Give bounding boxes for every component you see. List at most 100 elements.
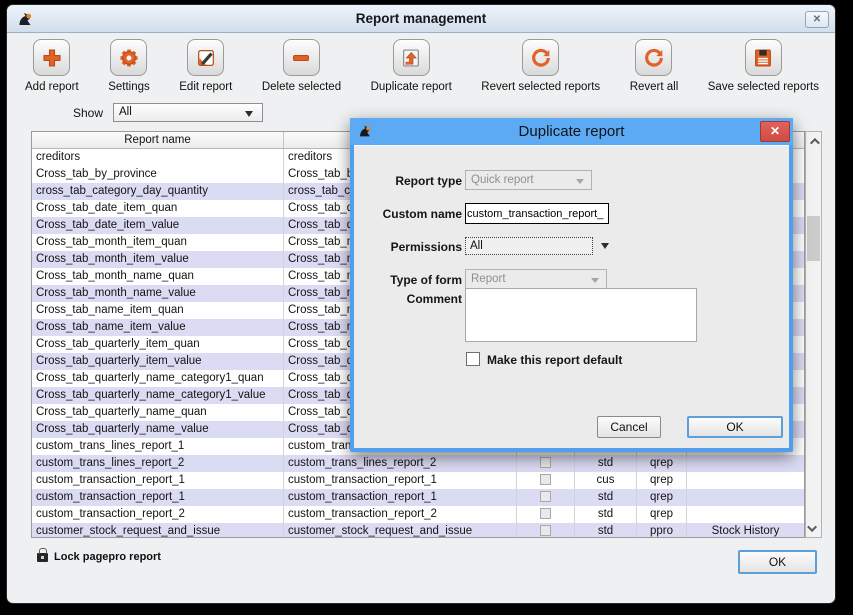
form-cell — [687, 455, 804, 472]
scrollbar-thumb[interactable] — [807, 216, 820, 261]
permissions-dropdown[interactable]: All — [465, 237, 593, 255]
toolbar-button-add-report[interactable]: Add report — [25, 39, 79, 93]
report-name-copy-cell: custom_transaction_report_2 — [284, 506, 517, 523]
report-type-cell: qrep — [637, 455, 687, 472]
toolbar-button-edit-report[interactable]: Edit report — [179, 39, 232, 93]
toolbar-button-settings[interactable]: Settings — [108, 39, 150, 93]
checkbox-cell — [517, 472, 575, 489]
form-cell — [687, 489, 804, 506]
show-label: Show — [47, 106, 103, 120]
report-name-cell: Cross_tab_name_item_quan — [32, 302, 284, 319]
cus-std-cell: cus — [575, 472, 637, 489]
permissions-dropdown-arrow[interactable] — [594, 237, 615, 255]
custom-name-label: Custom name — [358, 207, 462, 221]
cancel-button[interactable]: Cancel — [597, 416, 661, 438]
report-name-cell: Cross_tab_month_name_value — [32, 285, 284, 302]
row-checkbox[interactable] — [540, 525, 551, 536]
lock-pagepro-toggle[interactable]: Lock pagepro report — [37, 546, 161, 564]
cus-std-cell: std — [575, 506, 637, 523]
column-header-report-name[interactable]: Report name — [32, 132, 284, 148]
scroll-down-icon[interactable] — [806, 520, 821, 536]
make-default-label: Make this report default — [487, 353, 622, 367]
cus-std-cell: std — [575, 523, 637, 538]
report-name-cell: Cross_tab_date_item_value — [32, 217, 284, 234]
toolbar-label: Duplicate report — [371, 81, 452, 93]
report-type-cell: qrep — [637, 489, 687, 506]
report-name-cell: Cross_tab_by_province — [32, 166, 284, 183]
make-default-checkbox[interactable] — [466, 352, 480, 366]
form-cell — [687, 506, 804, 523]
report-name-cell: customer_stock_request_and_issue — [32, 523, 284, 538]
ok-button[interactable]: OK — [687, 416, 783, 438]
window-ok-button[interactable]: OK — [738, 550, 817, 574]
show-dropdown[interactable]: All — [113, 103, 263, 122]
window-close-icon[interactable]: ✕ — [805, 11, 829, 28]
table-row[interactable]: custom_transaction_report_1custom_transa… — [32, 472, 804, 489]
chevron-down-icon — [576, 179, 584, 184]
form-cell — [687, 472, 804, 489]
report-name-copy-cell: custom_trans_lines_report_2 — [284, 455, 517, 472]
chevron-down-icon — [245, 111, 253, 117]
permissions-label: Permissions — [358, 240, 462, 254]
report-type-dropdown: Quick report — [465, 170, 592, 190]
report-type-cell: qrep — [637, 506, 687, 523]
row-checkbox[interactable] — [540, 457, 551, 468]
toolbar-button-duplicate-report[interactable]: Duplicate report — [371, 39, 452, 93]
report-name-cell: Cross_tab_quarterly_name_category1_value — [32, 387, 284, 404]
chevron-down-icon — [601, 243, 609, 249]
show-dropdown-value: All — [119, 106, 132, 118]
report-name-cell: custom_trans_lines_report_1 — [32, 438, 284, 455]
toolbar-button-revert-all[interactable]: Revert all — [630, 39, 679, 93]
report-name-copy-cell: customer_stock_request_and_issue — [284, 523, 517, 538]
delete-selected-icon — [283, 39, 320, 76]
table-row[interactable]: custom_trans_lines_report_2custom_trans_… — [32, 455, 804, 472]
checkbox-cell — [517, 506, 575, 523]
report-type-cell: qrep — [637, 472, 687, 489]
window-title: Report management — [7, 11, 835, 26]
report-type-label: Report type — [358, 174, 462, 188]
report-management-window: Report management ✕ Add report Settings Ed… — [6, 4, 836, 604]
vertical-scrollbar[interactable] — [805, 131, 822, 538]
edit-report-icon — [187, 39, 224, 76]
custom-name-input[interactable] — [465, 203, 609, 224]
report-name-copy-cell: custom_transaction_report_1 — [284, 489, 517, 506]
revert-all-icon — [635, 39, 672, 76]
checkbox-cell — [517, 489, 575, 506]
table-row[interactable]: customer_stock_request_and_issuecustomer… — [32, 523, 804, 538]
toolbar-button-save-selected-reports[interactable]: Save selected reports — [708, 39, 819, 93]
toolbar-button-delete-selected[interactable]: Delete selected — [262, 39, 341, 93]
dialog-close-icon[interactable]: ✕ — [760, 121, 790, 142]
comment-label: Comment — [358, 292, 462, 306]
scroll-up-icon[interactable] — [806, 133, 821, 149]
lock-icon — [37, 553, 48, 562]
toolbar-label: Edit report — [179, 81, 232, 93]
report-name-cell: custom_transaction_report_1 — [32, 489, 284, 506]
row-checkbox[interactable] — [540, 491, 551, 502]
comment-textarea[interactable] — [465, 288, 697, 342]
toolbar-label: Revert selected reports — [481, 81, 600, 93]
report-name-cell: Cross_tab_quarterly_name_category1_quan — [32, 370, 284, 387]
cus-std-cell: std — [575, 455, 637, 472]
toolbar: Add report Settings Edit report Delete sele… — [25, 39, 819, 101]
revert-selected-icon — [522, 39, 559, 76]
report-name-cell: Cross_tab_quarterly_item_value — [32, 353, 284, 370]
form-cell: Stock History — [687, 523, 804, 538]
duplicate-report-icon — [393, 39, 430, 76]
toolbar-label: Delete selected — [262, 81, 341, 93]
checkbox-cell — [517, 455, 575, 472]
toolbar-label: Revert all — [630, 81, 679, 93]
row-checkbox[interactable] — [540, 474, 551, 485]
save-selected-icon — [745, 39, 782, 76]
report-name-cell: Cross_tab_quarterly_name_value — [32, 421, 284, 438]
table-row[interactable]: custom_transaction_report_2custom_transa… — [32, 506, 804, 523]
checkbox-cell — [517, 523, 575, 538]
toolbar-button-revert-selected-reports[interactable]: Revert selected reports — [481, 39, 600, 93]
dialog-title: Duplicate report — [350, 123, 793, 140]
report-name-copy-cell: custom_transaction_report_1 — [284, 472, 517, 489]
table-row[interactable]: custom_transaction_report_1custom_transa… — [32, 489, 804, 506]
report-name-cell: Cross_tab_name_item_value — [32, 319, 284, 336]
toolbar-label: Save selected reports — [708, 81, 819, 93]
report-name-cell: cross_tab_category_day_quantity — [32, 183, 284, 200]
row-checkbox[interactable] — [540, 508, 551, 519]
toolbar-label: Settings — [108, 81, 150, 93]
